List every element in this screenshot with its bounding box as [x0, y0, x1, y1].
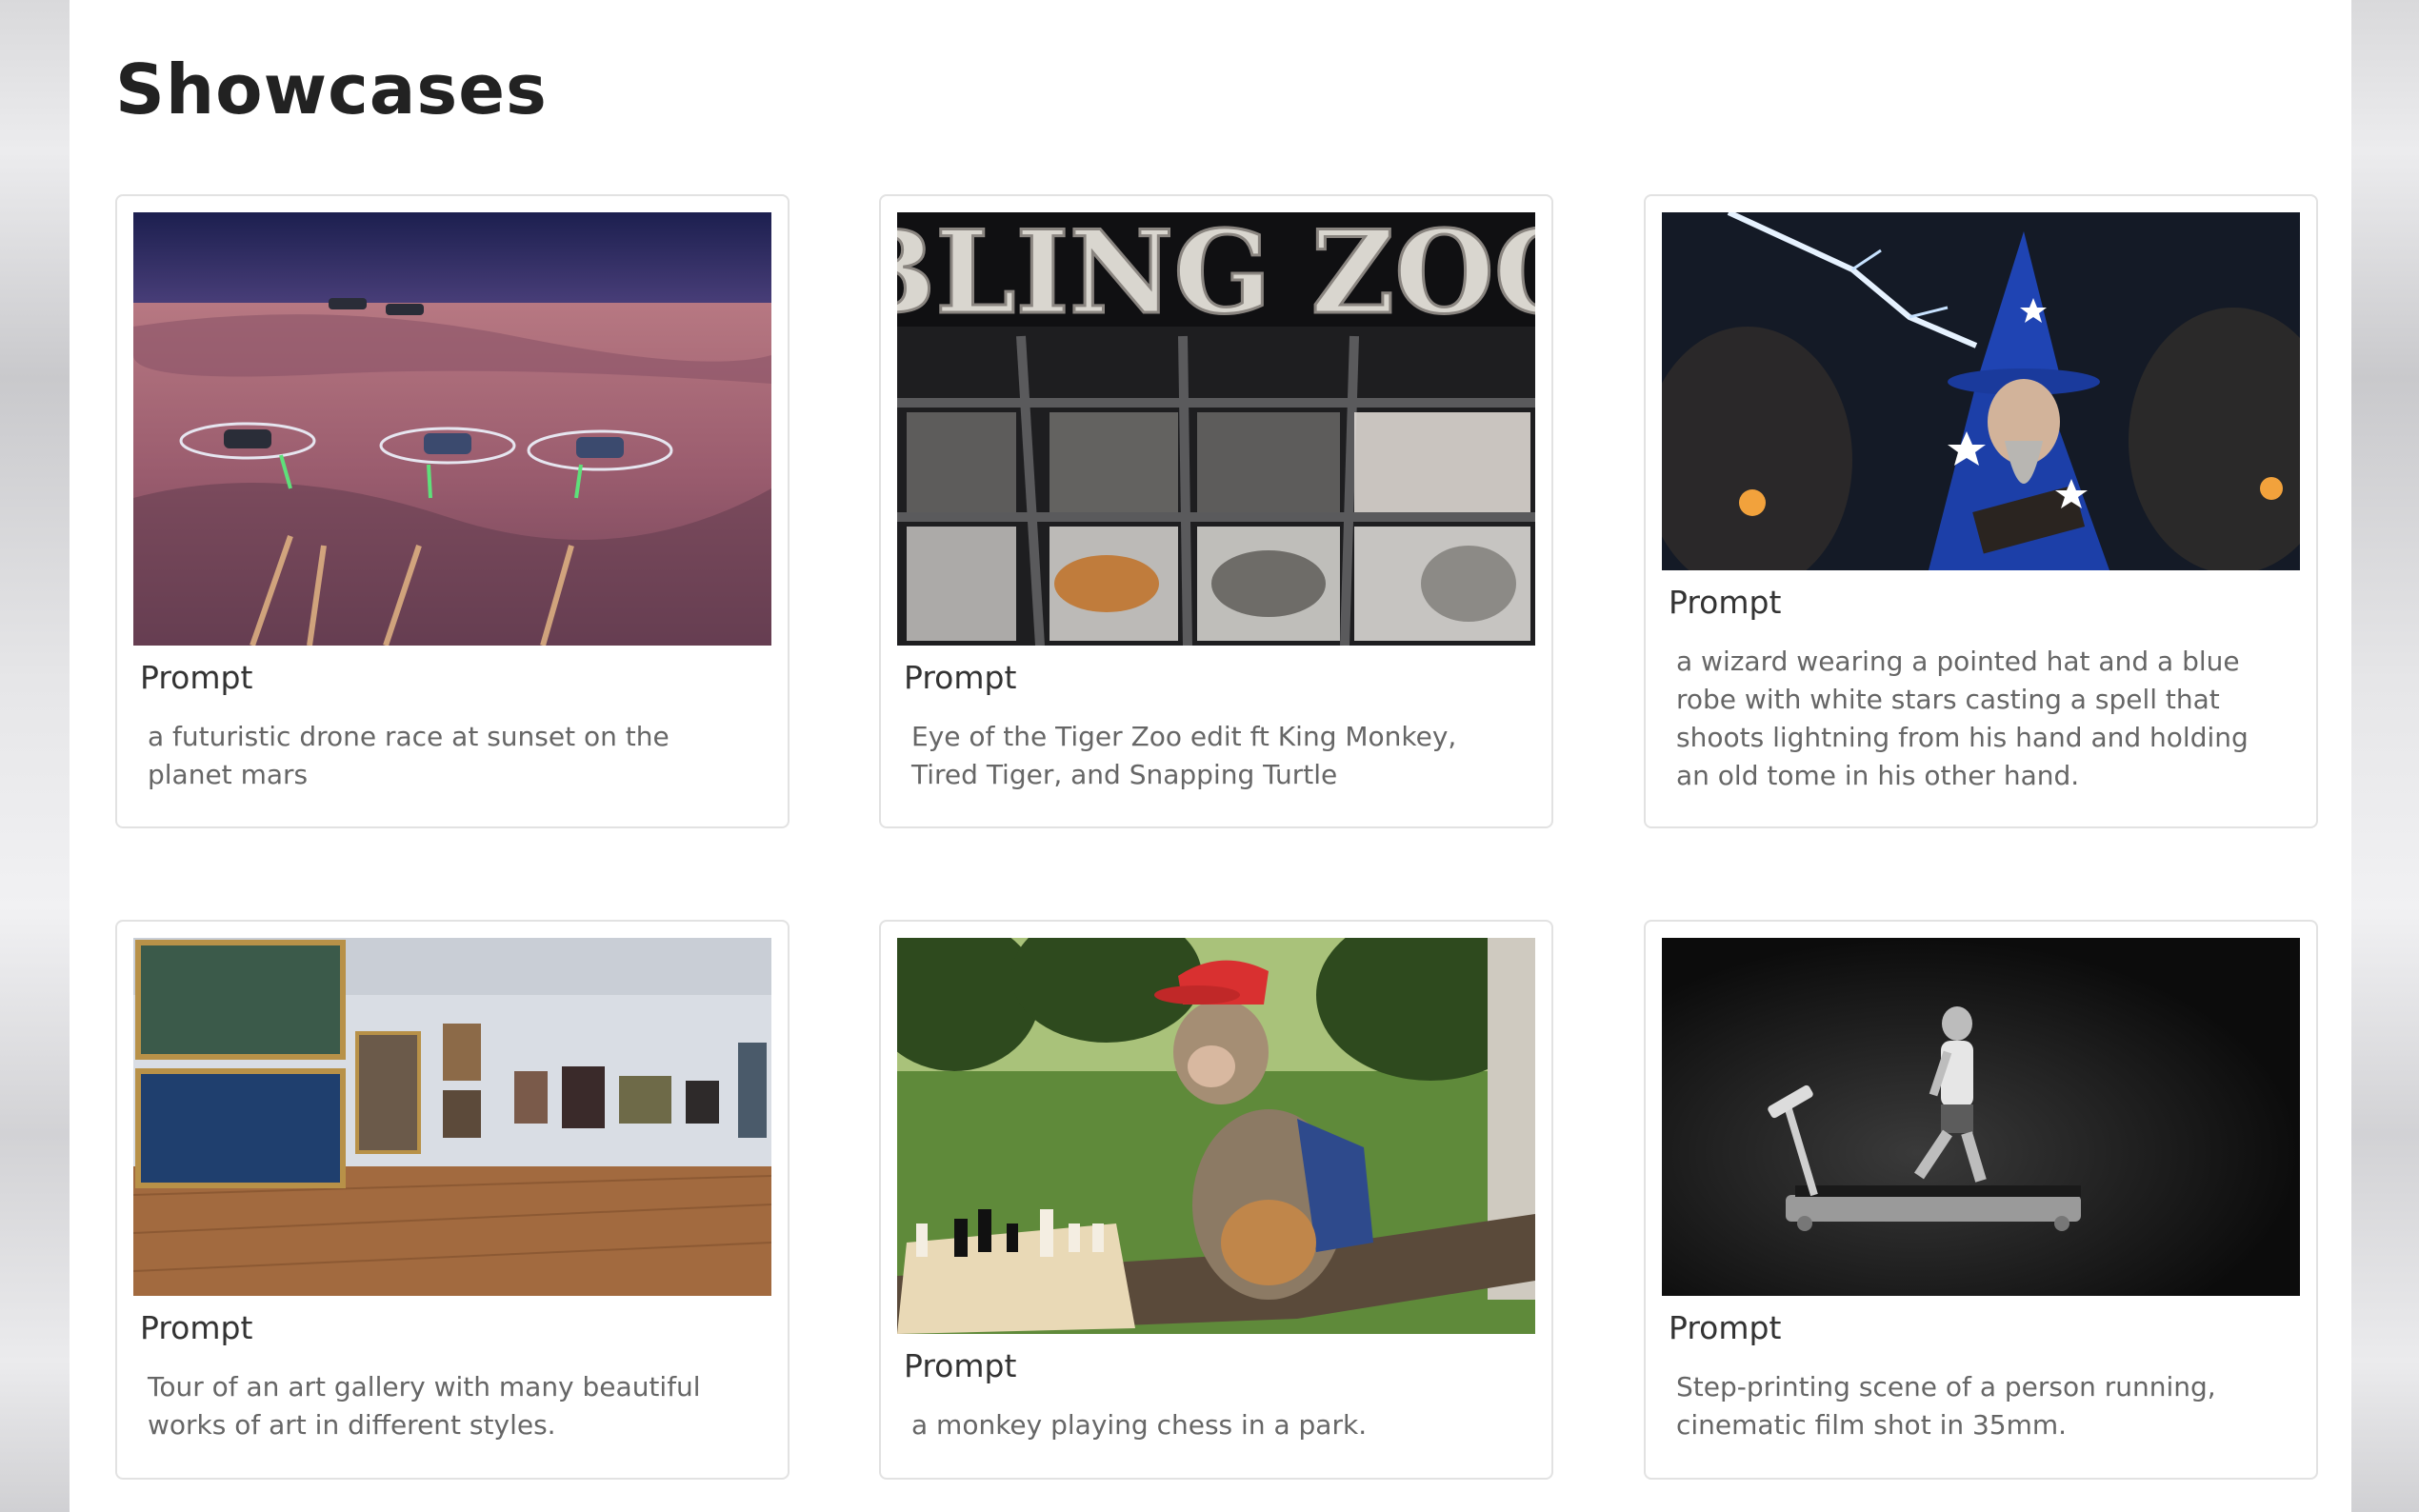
showcase-card[interactable]: Prompt Tour of an art gallery with many …	[115, 920, 790, 1480]
card-label: Prompt	[1669, 1309, 1782, 1346]
card-label: Prompt	[140, 659, 253, 696]
showcase-card[interactable]: Prompt a futuristic drone race at sunset…	[115, 194, 790, 828]
showcase-image-bling-zoo[interactable]: BLING ZOO	[897, 212, 1535, 646]
page-title: Showcases	[115, 50, 548, 129]
bling-zoo-sign: BLING ZOO	[897, 212, 1535, 340]
showcase-image-monkey-chess[interactable]	[897, 938, 1535, 1334]
showcases-page: Showcases Prompt a futuristic drone race…	[70, 0, 2351, 1512]
card-label: Prompt	[904, 1347, 1017, 1384]
showcase-card[interactable]: Prompt a monkey playing chess in a park.	[879, 920, 1553, 1480]
showcase-card[interactable]: BLING ZOO	[879, 194, 1553, 828]
card-description: Step-printing scene of a person running,…	[1676, 1371, 2216, 1441]
showcase-card[interactable]: Prompt a wizard wearing a pointed hat an…	[1644, 194, 2318, 828]
card-label: Prompt	[1669, 584, 1782, 621]
card-label: Prompt	[904, 659, 1017, 696]
showcase-image-wizard[interactable]	[1662, 212, 2300, 570]
showcase-image-drone-race[interactable]	[133, 212, 771, 646]
showcase-card[interactable]: Prompt Step-printing scene of a person r…	[1644, 920, 2318, 1480]
card-description: Tour of an art gallery with many beautif…	[148, 1371, 701, 1441]
card-description: Eye of the Tiger Zoo edit ft King Monkey…	[911, 721, 1457, 790]
showcase-image-art-gallery[interactable]	[133, 938, 771, 1296]
card-label: Prompt	[140, 1309, 253, 1346]
card-description: a wizard wearing a pointed hat and a blu…	[1676, 646, 2249, 791]
showcase-image-treadmill-runner[interactable]	[1662, 938, 2300, 1296]
card-description: a monkey playing chess in a park.	[911, 1409, 1368, 1441]
card-description: a futuristic drone race at sunset on the…	[148, 721, 670, 790]
